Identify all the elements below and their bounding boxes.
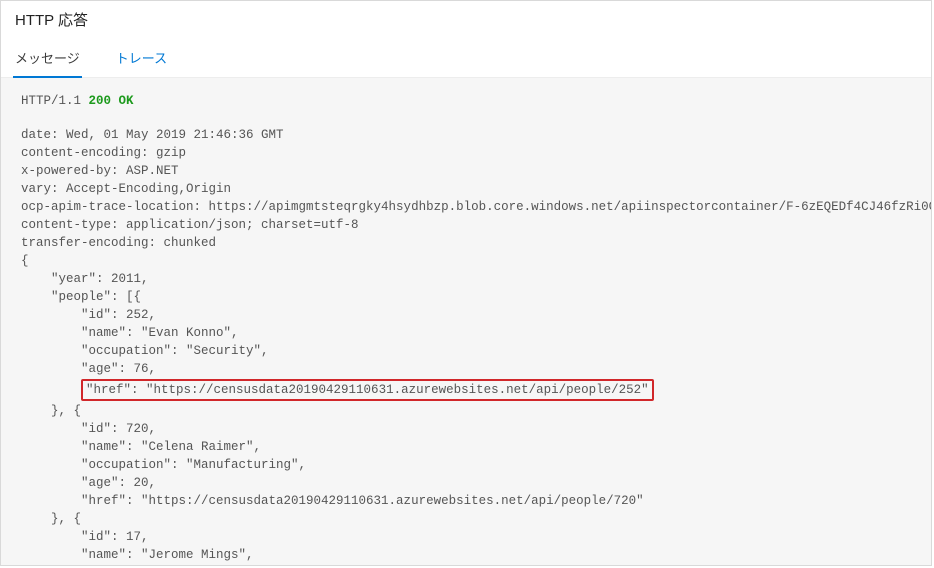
highlighted-href: "href": "https://censusdata2019042911063…: [81, 379, 654, 401]
response-body: HTTP/1.1 200 OKdate: Wed, 01 May 2019 21…: [1, 78, 931, 566]
protocol: HTTP/1.1: [21, 94, 81, 108]
tab-trace[interactable]: トレース: [116, 42, 167, 77]
http-response-panel: HTTP 応答 メッセージ トレース HTTP/1.1 200 OKdate: …: [0, 0, 932, 566]
tab-message[interactable]: メッセージ: [15, 42, 80, 77]
status-code: 200 OK: [89, 94, 134, 108]
status-line: HTTP/1.1 200 OK: [21, 92, 911, 110]
panel-title: HTTP 応答: [1, 1, 931, 42]
tab-bar: メッセージ トレース: [1, 42, 931, 78]
